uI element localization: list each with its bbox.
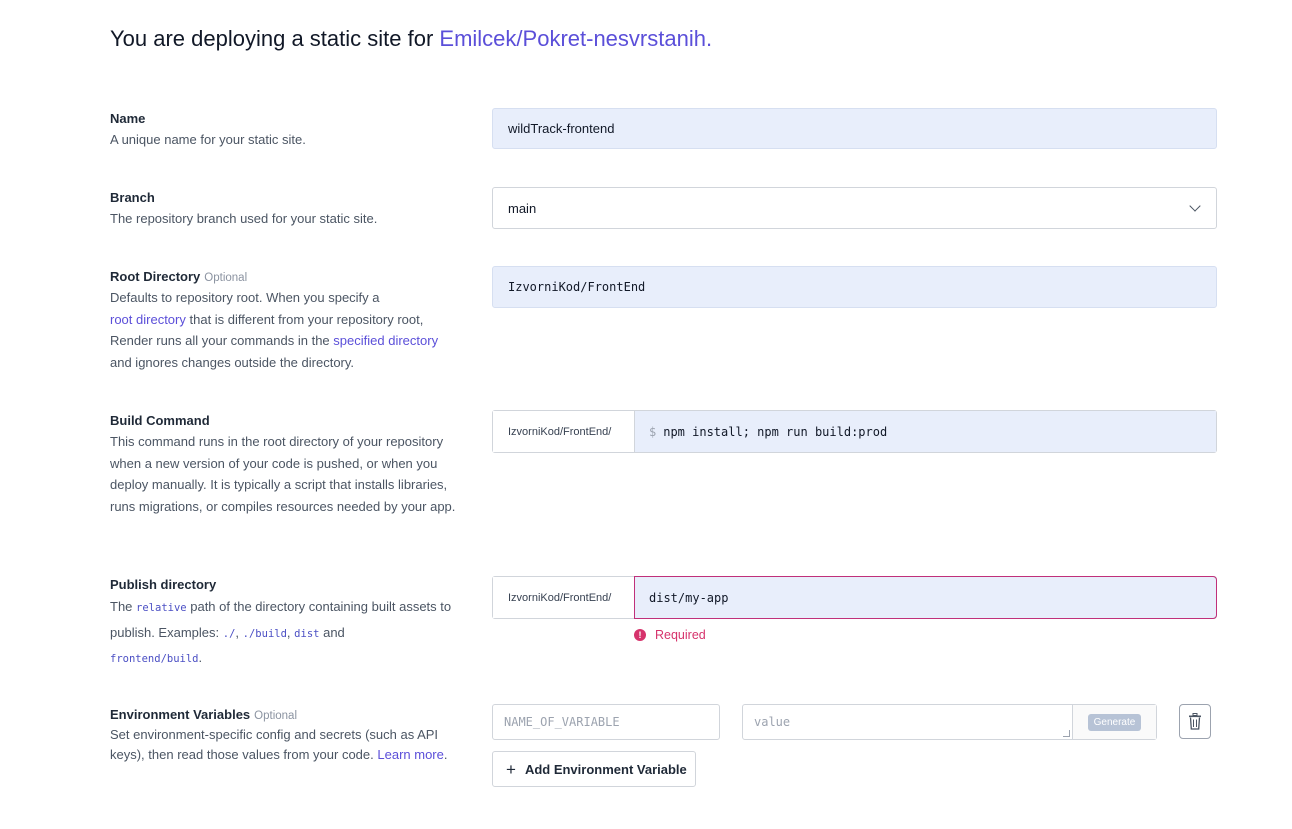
dollar-sign: $: [649, 424, 657, 439]
branch-description: Branch The repository branch used for yo…: [110, 190, 460, 230]
help-text: .: [198, 650, 203, 665]
add-env-var-label: Add Environment Variable: [524, 761, 687, 777]
plus-icon: +: [506, 759, 516, 779]
code-relative: relative: [136, 602, 187, 614]
publish-directory-help: The relative path of the directory conta…: [110, 595, 460, 672]
build-command-field: IzvorniKod/FrontEnd/ $ npm install; npm …: [492, 410, 1217, 453]
env-var-value-input[interactable]: value: [743, 705, 1072, 739]
generate-button[interactable]: Generate: [1087, 713, 1142, 731]
build-command-value: npm install; npm run build:prod: [663, 424, 888, 439]
repo-link[interactable]: Emilcek/Pokret-nesvrstanih.: [439, 26, 712, 51]
root-directory-help: Defaults to repository root. When you sp…: [110, 287, 460, 373]
optional-badge: Optional: [254, 710, 298, 722]
publish-directory-description: Publish directory The relative path of t…: [110, 577, 460, 672]
resize-handle[interactable]: [1063, 730, 1070, 737]
build-command-description: Build Command This command runs in the r…: [110, 413, 460, 517]
root-directory-input[interactable]: IzvorniKod/FrontEnd: [492, 266, 1217, 308]
optional-badge: Optional: [204, 272, 248, 284]
help-text: that is different from your repository r…: [189, 311, 424, 327]
example-build: ./build: [242, 627, 287, 640]
branch-select[interactable]: main: [492, 187, 1217, 229]
branch-label: Branch: [110, 190, 155, 205]
publish-directory-error: ! Required: [634, 628, 706, 642]
delete-env-var-button[interactable]: [1179, 704, 1211, 739]
error-text: Required: [655, 628, 706, 642]
root-directory-label: Root Directory Optional: [110, 269, 460, 284]
title-prefix: You are deploying a static site for: [110, 26, 434, 51]
add-env-var-button[interactable]: + Add Environment Variable: [492, 751, 696, 787]
branch-help: The repository branch used for your stat…: [110, 211, 378, 226]
error-icon: !: [634, 629, 646, 641]
name-label: Name: [110, 111, 146, 126]
env-var-value-placeholder: value: [754, 715, 791, 729]
name-help: A unique name for your static site.: [110, 132, 306, 147]
env-vars-label: Environment Variables Optional: [110, 707, 460, 722]
trash-icon: [1189, 713, 1201, 730]
help-text: and: [323, 624, 345, 640]
help-text: Defaults to repository root. When you sp…: [110, 290, 380, 305]
separator: ,: [235, 624, 240, 640]
publish-directory-label: Publish directory: [110, 577, 217, 592]
help-text: Render runs all your commands in the: [110, 333, 330, 348]
publish-directory-prefix: IzvorniKod/FrontEnd/: [493, 577, 635, 618]
publish-directory-value: dist/my-app: [649, 590, 729, 605]
name-input[interactable]: wildTrack-frontend: [492, 108, 1217, 149]
chevron-down-icon: [1189, 200, 1201, 212]
generate-wrap: Generate: [1072, 705, 1156, 739]
publish-directory-field: IzvorniKod/FrontEnd/ dist/my-app: [492, 576, 1217, 619]
branch-select-value: main: [508, 200, 537, 216]
help-text: .: [443, 747, 448, 762]
build-command-prefix: IzvorniKod/FrontEnd/: [493, 411, 635, 452]
build-command-help: This command runs in the root directory …: [110, 434, 456, 514]
learn-more-link[interactable]: Learn more: [377, 747, 443, 762]
help-text: The: [110, 599, 133, 614]
example-frontend-build: frontend/build: [110, 653, 199, 665]
root-directory-link[interactable]: root directory: [110, 312, 186, 327]
publish-directory-input[interactable]: dist/my-app: [634, 576, 1217, 619]
env-var-name-input[interactable]: NAME_OF_VARIABLE: [492, 704, 720, 740]
page-title: You are deploying a static site for Emil…: [110, 26, 712, 52]
env-vars-description: Environment Variables Optional Set enviro…: [110, 707, 460, 765]
root-directory-label-text: Root Directory: [110, 269, 201, 284]
separator: ,: [286, 624, 291, 640]
env-vars-label-text: Environment Variables: [110, 707, 251, 722]
help-text: and ignores changes outside the director…: [110, 354, 355, 370]
example-dist: dist: [294, 627, 320, 640]
env-vars-help: Set environment-specific config and secr…: [110, 725, 460, 765]
build-command-input[interactable]: $ npm install; npm run build:prod: [635, 411, 1216, 452]
env-var-value-field: value Generate: [742, 704, 1157, 740]
build-command-label: Build Command: [110, 413, 210, 428]
specified-directory-link[interactable]: specified directory: [333, 333, 438, 348]
name-input-value: wildTrack-frontend: [508, 121, 615, 136]
name-description: Name A unique name for your static site.: [110, 111, 460, 151]
root-directory-value: IzvorniKod/FrontEnd: [508, 280, 646, 294]
root-directory-description: Root Directory Optional Defaults to repos…: [110, 269, 460, 373]
example-root: ./: [222, 627, 236, 640]
env-var-name-placeholder: NAME_OF_VARIABLE: [504, 715, 620, 729]
